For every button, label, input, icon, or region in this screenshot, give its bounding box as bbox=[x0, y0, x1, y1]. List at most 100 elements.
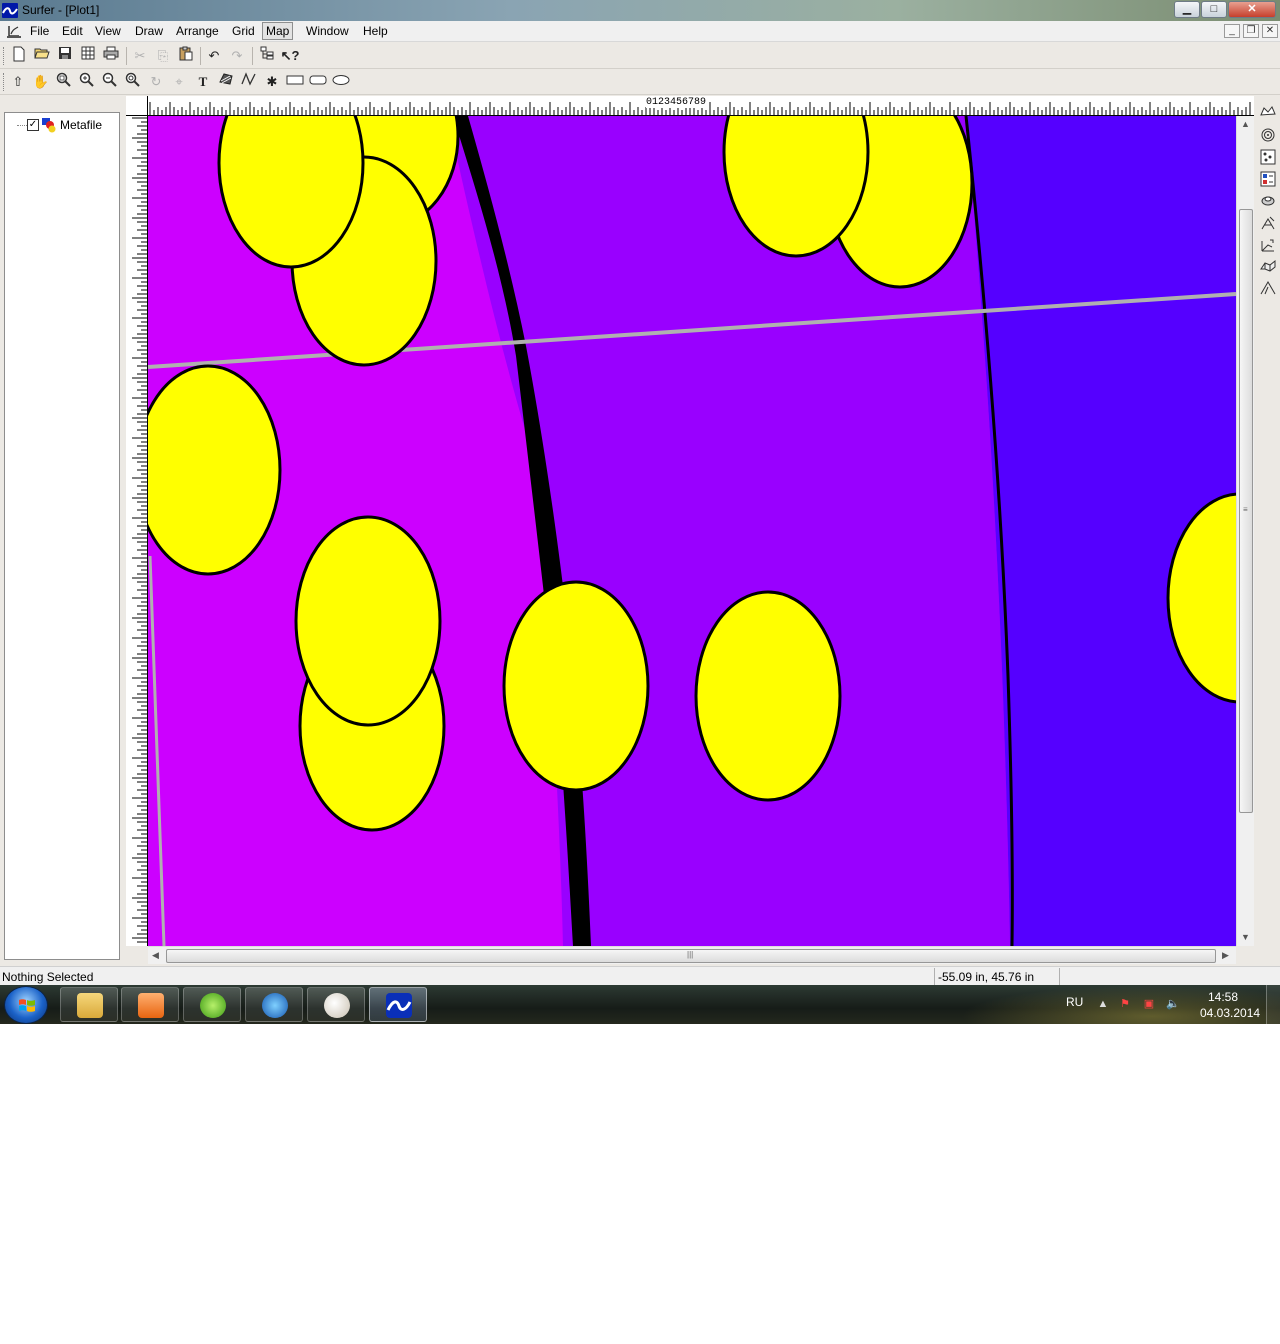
taskbar-surfer[interactable] bbox=[369, 987, 427, 1022]
new-base-map-icon[interactable] bbox=[1259, 127, 1277, 145]
cut-icon[interactable]: ✂ bbox=[130, 46, 150, 66]
grip-icon: ||| bbox=[687, 950, 694, 959]
vertical-scrollbar[interactable]: ▲ ≡ ▼ bbox=[1236, 116, 1254, 946]
new-surface-icon[interactable] bbox=[1259, 259, 1277, 277]
vertical-scroll-thumb[interactable]: ≡ bbox=[1239, 209, 1253, 813]
rectangle-icon[interactable] bbox=[285, 72, 305, 92]
paste-icon[interactable] bbox=[176, 46, 196, 66]
horizontal-scroll-thumb[interactable]: ||| bbox=[166, 949, 1216, 963]
scroll-down-icon[interactable]: ▼ bbox=[1241, 932, 1250, 942]
main-toolbar: ✂ ⎘ ↶ ↷ ↖? bbox=[0, 43, 1280, 69]
scroll-left-icon[interactable]: ◀ bbox=[152, 950, 159, 961]
new-3d-icon[interactable] bbox=[1259, 281, 1277, 299]
new-icon[interactable] bbox=[9, 46, 29, 66]
zoom-in-icon[interactable] bbox=[77, 72, 97, 92]
zoom-out-icon[interactable] bbox=[100, 72, 120, 92]
yellow-ellipse bbox=[502, 580, 650, 792]
copy-icon[interactable]: ⎘ bbox=[153, 46, 173, 66]
action-center-icon[interactable]: ⚑ bbox=[1118, 997, 1132, 1011]
new-post-map-icon[interactable] bbox=[1259, 149, 1277, 167]
menu-view[interactable]: View bbox=[92, 24, 124, 38]
menu-grid[interactable]: Grid bbox=[229, 24, 258, 38]
grip-icon: ≡ bbox=[1243, 505, 1248, 514]
document-icon[interactable] bbox=[6, 24, 22, 39]
worksheet-icon[interactable] bbox=[78, 46, 98, 66]
print-icon[interactable] bbox=[101, 46, 121, 66]
text-icon[interactable]: T bbox=[193, 72, 213, 92]
yellow-ellipse bbox=[694, 590, 842, 802]
ruler-corner bbox=[126, 96, 148, 116]
new-image-map-icon[interactable] bbox=[1259, 171, 1277, 189]
mdi-restore-button[interactable]: ❐ bbox=[1243, 24, 1259, 38]
plot-canvas[interactable] bbox=[148, 116, 1236, 946]
open-icon[interactable] bbox=[32, 46, 52, 66]
toolbar-grip[interactable] bbox=[3, 73, 6, 91]
toolbar-grip[interactable] bbox=[3, 47, 6, 65]
mdi-minimize-button[interactable]: _ bbox=[1224, 24, 1240, 38]
folder-icon bbox=[77, 993, 103, 1018]
menu-help[interactable]: Help bbox=[360, 24, 391, 38]
vertical-ruler bbox=[126, 116, 148, 946]
close-button[interactable]: ✕ bbox=[1228, 1, 1276, 18]
minimize-button[interactable]: ▁ bbox=[1174, 1, 1200, 18]
polyline-icon[interactable] bbox=[239, 72, 259, 92]
metafile-label[interactable]: Metafile bbox=[60, 118, 102, 132]
object-manager-icon[interactable] bbox=[257, 46, 277, 66]
save-icon[interactable] bbox=[55, 46, 75, 66]
tree-line bbox=[17, 125, 27, 126]
maximize-button[interactable]: □ bbox=[1201, 1, 1227, 18]
zoom-rect-icon[interactable] bbox=[54, 72, 74, 92]
undo-icon[interactable]: ↶ bbox=[204, 46, 224, 66]
toolbar-separator bbox=[126, 47, 127, 65]
menu-arrange[interactable]: Arrange bbox=[173, 24, 222, 38]
network-icon[interactable]: ▣ bbox=[1142, 997, 1156, 1011]
status-panel-divider bbox=[1059, 968, 1060, 985]
redo-icon[interactable]: ↷ bbox=[227, 46, 247, 66]
mdi-close-button[interactable]: ✕ bbox=[1262, 24, 1278, 38]
toolbar-separator bbox=[252, 47, 253, 65]
ellipse-icon[interactable] bbox=[331, 72, 351, 92]
select-icon[interactable]: ⇧ bbox=[8, 72, 28, 92]
clock-date[interactable]: 04.03.2014 bbox=[1200, 1006, 1260, 1020]
menu-map[interactable]: Map bbox=[262, 22, 294, 40]
rounded-rectangle-icon[interactable] bbox=[308, 72, 328, 92]
start-button[interactable] bbox=[4, 986, 48, 1024]
toolbar-separator bbox=[200, 47, 201, 65]
new-wireframe-icon[interactable] bbox=[1259, 237, 1277, 255]
surfer-app-icon[interactable] bbox=[2, 3, 18, 18]
menu-file[interactable]: File bbox=[27, 24, 52, 38]
language-indicator[interactable]: RU bbox=[1066, 995, 1083, 1009]
show-hidden-icons-icon[interactable]: ▲ bbox=[1096, 997, 1110, 1011]
volume-icon[interactable]: 🔈 bbox=[1166, 997, 1180, 1011]
map-toolbar bbox=[1255, 100, 1280, 300]
pan-icon[interactable]: ✋ bbox=[31, 72, 51, 92]
symbol-icon[interactable]: ✱ bbox=[262, 72, 282, 92]
status-bar: Nothing Selected -55.09 in, 45.76 in bbox=[0, 966, 1280, 985]
menu-draw[interactable]: Draw bbox=[132, 24, 166, 38]
metafile-visibility-checkbox[interactable]: ✓ bbox=[27, 119, 39, 131]
taskbar-media-player[interactable] bbox=[121, 987, 179, 1022]
menu-window[interactable]: Window bbox=[303, 24, 352, 38]
taskbar-paint[interactable] bbox=[307, 987, 365, 1022]
scroll-up-icon[interactable]: ▲ bbox=[1241, 119, 1250, 129]
whats-this-icon[interactable]: ↖? bbox=[280, 46, 300, 66]
new-contour-map-icon[interactable] bbox=[1259, 105, 1277, 123]
reshape-icon[interactable]: ⌖ bbox=[169, 72, 189, 92]
scroll-right-icon[interactable]: ▶ bbox=[1222, 950, 1229, 961]
clock-time[interactable]: 14:58 bbox=[1208, 990, 1238, 1004]
taskbar-globe-app[interactable] bbox=[245, 987, 303, 1022]
horizontal-scrollbar[interactable]: ◀ ||| ▶ bbox=[148, 946, 1236, 964]
new-vector-map-icon[interactable] bbox=[1259, 215, 1277, 233]
zoom-page-icon[interactable] bbox=[123, 72, 143, 92]
windows-logo-icon bbox=[19, 999, 35, 1012]
taskbar-explorer[interactable] bbox=[60, 987, 118, 1022]
new-shaded-relief-icon[interactable] bbox=[1259, 193, 1277, 211]
show-desktop-button[interactable] bbox=[1266, 985, 1280, 1024]
surfer-taskbar-icon bbox=[386, 993, 412, 1018]
taskbar-green-app[interactable] bbox=[183, 987, 241, 1022]
rotate-icon[interactable]: ↻ bbox=[146, 72, 166, 92]
yellow-ellipse bbox=[148, 364, 282, 576]
title-bar[interactable]: Surfer - [Plot1] ▁ □ ✕ bbox=[0, 0, 1280, 21]
menu-edit[interactable]: Edit bbox=[59, 24, 86, 38]
polygon-icon[interactable] bbox=[216, 72, 236, 92]
